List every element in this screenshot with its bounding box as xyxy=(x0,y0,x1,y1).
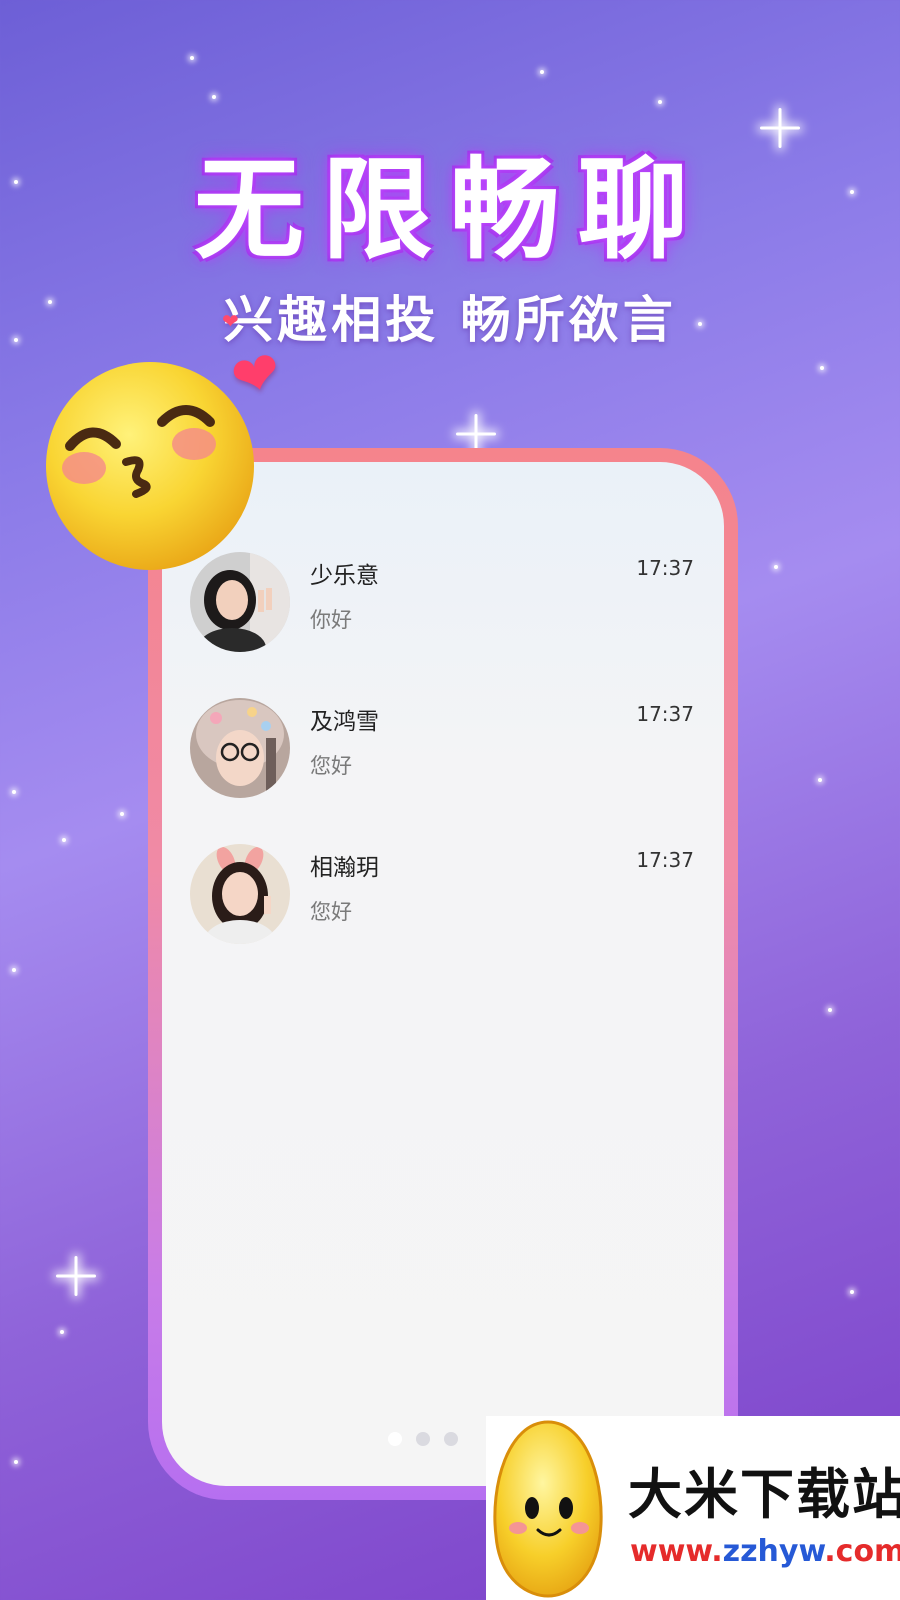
star-decoration xyxy=(828,1008,832,1012)
message-preview: 您好 xyxy=(310,900,352,924)
chat-list-item[interactable]: 相瀚玥 17:37 您好 xyxy=(162,844,724,964)
star-decoration xyxy=(820,366,824,370)
star-decoration xyxy=(540,70,544,74)
url-prefix: www. xyxy=(630,1534,723,1569)
message-time: 17:37 xyxy=(636,848,694,872)
message-preview: 你好 xyxy=(310,608,352,632)
star-decoration xyxy=(850,1290,854,1294)
message-time: 17:37 xyxy=(636,556,694,580)
star-decoration xyxy=(120,812,124,816)
avatar[interactable] xyxy=(190,844,290,944)
star-decoration xyxy=(212,95,216,99)
star-decoration xyxy=(190,56,194,60)
contact-name: 及鸿雪 xyxy=(310,709,379,735)
sparkle-decoration xyxy=(56,1256,96,1296)
star-decoration xyxy=(12,968,16,972)
star-decoration xyxy=(60,1330,64,1334)
star-decoration xyxy=(62,838,66,842)
page-dot[interactable] xyxy=(444,1432,458,1446)
message-preview: 您好 xyxy=(310,754,352,778)
rice-mascot-icon xyxy=(488,1416,608,1600)
page-indicator xyxy=(388,1432,458,1446)
headline-subtitle: 兴趣相投 畅所欲言 xyxy=(223,291,677,349)
page-dot[interactable] xyxy=(388,1432,402,1446)
watermark-url: www.zzhyw.com xyxy=(630,1534,900,1569)
phone-screen: 少乐意 17:37 你好 及鸿雪 17:37 您好 相瀚玥 17:37 您好 xyxy=(162,462,724,1486)
headline-title: 无限畅聊 xyxy=(194,146,706,274)
url-domain: zzhyw xyxy=(722,1534,825,1569)
message-time: 17:37 xyxy=(636,702,694,726)
kiss-emoji-icon xyxy=(44,360,256,572)
contact-name: 相瀚玥 xyxy=(310,855,379,881)
heart-icon: ❤ xyxy=(222,309,239,333)
url-suffix: .com xyxy=(824,1534,900,1569)
chat-list-item[interactable]: 及鸿雪 17:37 您好 xyxy=(162,698,724,818)
watermark-logo: 大米下载站 www.zzhyw.com xyxy=(486,1416,900,1600)
star-decoration xyxy=(12,790,16,794)
star-decoration xyxy=(658,100,662,104)
watermark-title: 大米下载站 xyxy=(628,1463,900,1526)
star-decoration xyxy=(774,565,778,569)
star-decoration xyxy=(14,1460,18,1464)
contact-name: 少乐意 xyxy=(310,563,379,589)
avatar[interactable] xyxy=(190,698,290,798)
star-decoration xyxy=(818,778,822,782)
page-dot[interactable] xyxy=(416,1432,430,1446)
